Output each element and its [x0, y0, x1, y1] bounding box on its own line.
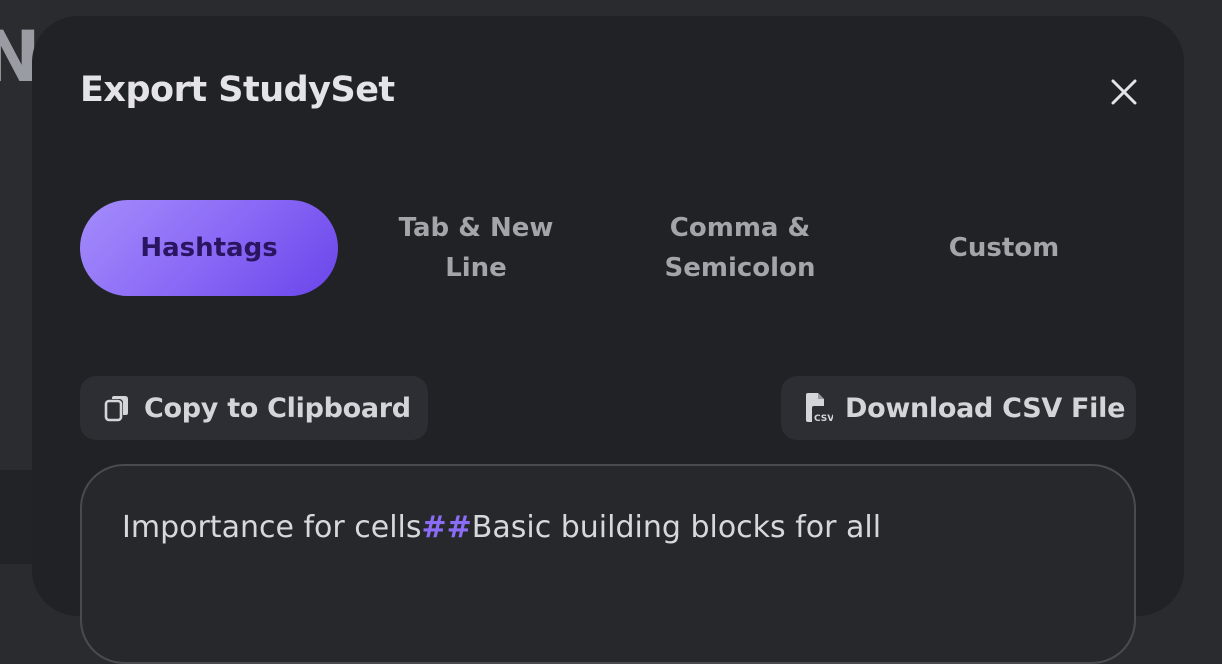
close-icon: [1111, 79, 1137, 105]
modal-title: Export StudySet: [80, 70, 395, 110]
tab-tab-new-line[interactable]: Tab & New Line: [344, 200, 608, 296]
preview-term: Importance for cells: [122, 510, 422, 545]
preview-separator: ##: [421, 510, 472, 545]
svg-text:CSV: CSV: [814, 414, 833, 424]
copy-to-clipboard-button[interactable]: Copy to Clipboard: [80, 376, 428, 440]
copy-button-label: Copy to Clipboard: [144, 392, 411, 424]
preview-definition: Basic building blocks for all: [471, 510, 882, 545]
copy-icon: [102, 392, 132, 424]
tab-custom[interactable]: Custom: [872, 200, 1136, 296]
download-csv-button[interactable]: CSV Download CSV File: [781, 376, 1136, 440]
tab-comma-semicolon[interactable]: Comma & Semicolon: [608, 200, 872, 296]
csv-file-icon: CSV: [803, 392, 833, 424]
tab-hashtags[interactable]: Hashtags: [80, 200, 338, 296]
format-tabs: Hashtags Tab & New Line Comma & Semicolo…: [80, 200, 1136, 296]
close-button[interactable]: [1104, 72, 1144, 112]
export-modal: Export StudySet Hashtags Tab & New Line …: [32, 16, 1184, 664]
export-preview-textarea[interactable]: Importance for cells##Basic building blo…: [80, 464, 1136, 664]
download-button-label: Download CSV File: [845, 392, 1126, 424]
